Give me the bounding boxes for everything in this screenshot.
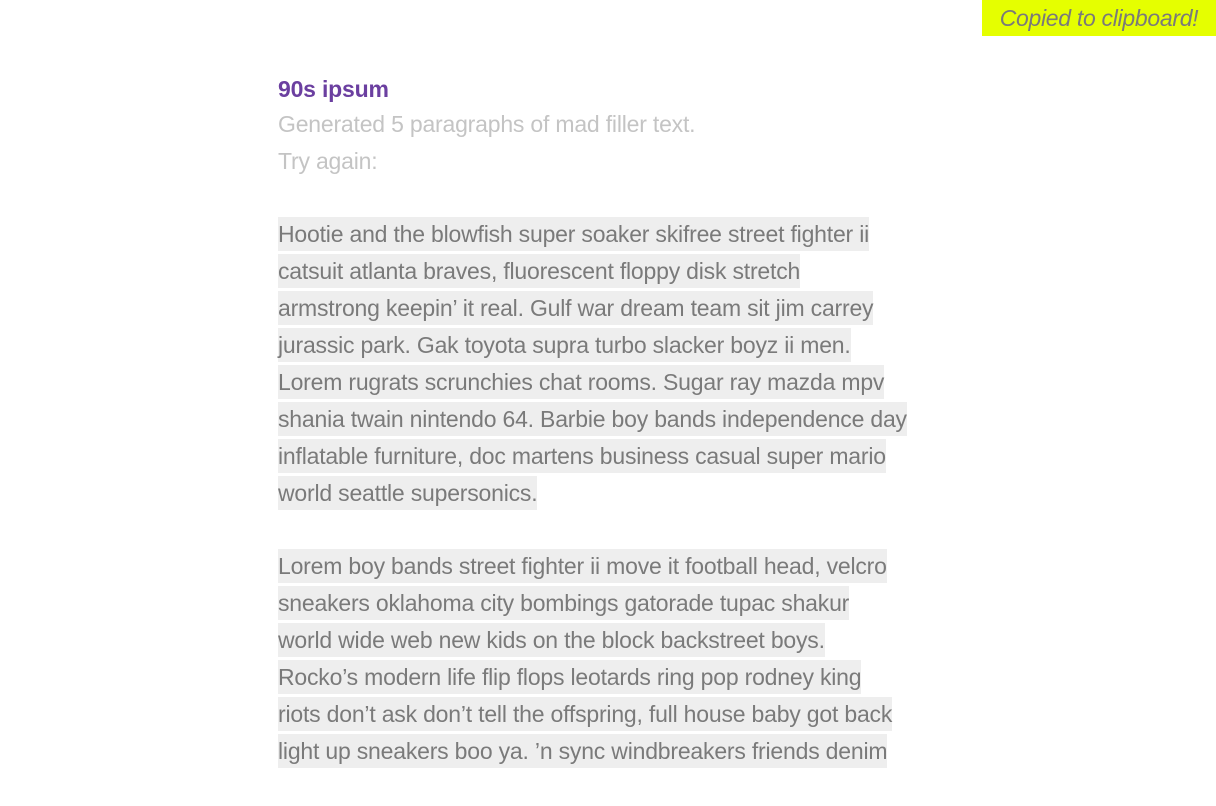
paragraph-1[interactable]: Hootie and the blowfish super soaker ski… <box>278 216 958 512</box>
paragraph-line: shania twain nintendo 64. Barbie boy ban… <box>278 402 907 436</box>
paragraph-line: Hootie and the blowfish super soaker ski… <box>278 217 869 251</box>
paragraph-line: sneakers oklahoma city bombings gatorade… <box>278 586 849 620</box>
paragraph-line: Rocko’s modern life flip flops leotards … <box>278 660 862 694</box>
paragraph-line: light up sneakers boo ya. ’n sync windbr… <box>278 734 888 768</box>
paragraph-line: world seattle supersonics. <box>278 476 538 510</box>
paragraph-line: world wide web new kids on the block bac… <box>278 623 825 657</box>
paragraph-line: riots don’t ask don’t tell the offspring… <box>278 697 892 731</box>
paragraph-line: Lorem rugrats scrunchies chat rooms. Sug… <box>278 365 884 399</box>
copied-toast: Copied to clipboard! <box>982 0 1216 36</box>
generated-summary: Generated 5 paragraphs of mad filler tex… <box>278 111 696 137</box>
paragraph-line: catsuit atlanta braves, fluorescent flop… <box>278 254 800 288</box>
filler-text-paragraphs: Hootie and the blowfish super soaker ski… <box>278 216 958 770</box>
paragraph-line: Lorem boy bands street fighter ii move i… <box>278 549 887 583</box>
try-again-label: Try again: <box>278 148 378 174</box>
main-content: 90s ipsum Generated 5 paragraphs of mad … <box>278 72 958 806</box>
page-title[interactable]: 90s ipsum <box>278 72 958 106</box>
paragraph-2[interactable]: Lorem boy bands street fighter ii move i… <box>278 548 958 770</box>
paragraph-line: jurassic park. Gak toyota supra turbo sl… <box>278 328 851 362</box>
paragraph-line: armstrong keepin’ it real. Gulf war drea… <box>278 291 874 325</box>
paragraph-line: inflatable furniture, doc martens busine… <box>278 439 886 473</box>
